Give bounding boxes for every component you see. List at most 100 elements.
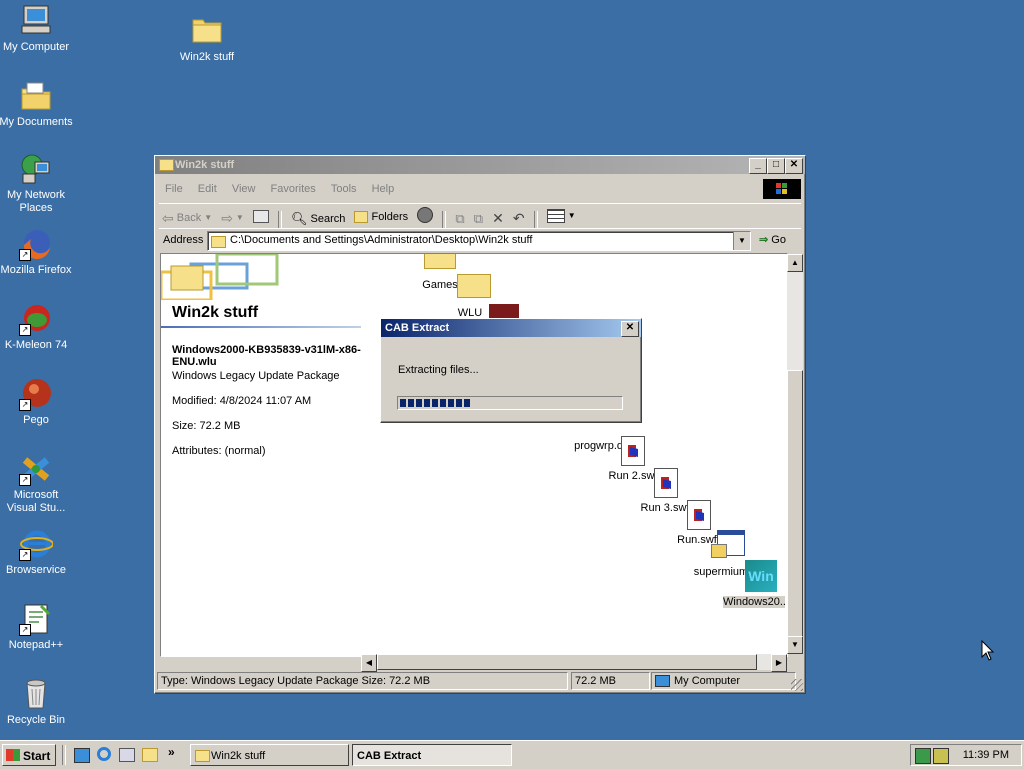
- scroll-down-button[interactable]: ▼: [787, 636, 803, 654]
- minimize-button[interactable]: _: [749, 158, 767, 174]
- file-item-run3-swf[interactable]: Run 3.swf: [635, 502, 695, 514]
- copy-to-button[interactable]: ⧉: [471, 208, 486, 230]
- search-quicklaunch-icon[interactable]: [142, 748, 158, 762]
- move-to-button[interactable]: ⧉: [452, 208, 467, 230]
- clock[interactable]: 11:39 PM: [963, 749, 1009, 761]
- shortcut-arrow-icon: ↗: [19, 624, 31, 636]
- desktop-icon-recycle-bin[interactable]: Recycle Bin: [0, 677, 74, 727]
- menu-bar: File Edit View Favorites Tools Help: [159, 178, 801, 200]
- network-tray-icon[interactable]: [915, 748, 931, 764]
- system-tray: 11:39 PM: [910, 744, 1022, 766]
- menu-file[interactable]: File: [159, 183, 189, 195]
- maximize-button[interactable]: □: [767, 158, 785, 174]
- desktop-icon-pego[interactable]: ↗ Pego: [0, 377, 74, 427]
- chevron-down-icon: ▼: [567, 211, 576, 220]
- taskbar-button-cab-extract[interactable]: CAB Extract: [352, 744, 512, 766]
- toolbar-separator: [533, 211, 538, 230]
- progress-segment: [432, 399, 438, 407]
- desktop-icon-my-documents[interactable]: My Documents: [0, 79, 74, 129]
- start-button[interactable]: Start: [2, 744, 56, 766]
- panel-modified: Modified: 4/8/2024 11:07 AM: [172, 395, 312, 407]
- desktop-icon-network-places[interactable]: My Network Places: [0, 152, 74, 215]
- k-meleon-icon: ↗: [19, 302, 53, 336]
- desktop-icon-firefox[interactable]: ↗ Mozilla Firefox: [0, 227, 74, 277]
- desktop-icon-win2k-stuff[interactable]: Win2k stuff: [169, 14, 245, 64]
- shortcut-arrow-icon: ↗: [19, 474, 31, 486]
- menu-view[interactable]: View: [226, 183, 262, 195]
- status-bar: Type: Windows Legacy Update Package Size…: [157, 669, 803, 691]
- progress-segment: [424, 399, 430, 407]
- delete-button[interactable]: ✕: [489, 207, 507, 229]
- desktop-icon-notepad-plus-plus[interactable]: ↗ Notepad++: [0, 602, 74, 652]
- firefox-icon: ↗: [19, 227, 53, 261]
- outlook-express-icon[interactable]: [119, 748, 135, 762]
- windows-flag-icon: [6, 749, 20, 761]
- progress-fill: [400, 399, 470, 407]
- go-button[interactable]: ⇒ Go: [759, 231, 786, 249]
- toolbar: ⇦ Back ▼ ⇨ ▼ 🔍︎ Search Folders ⧉ ⧉ ✕ ↶ ▼: [159, 203, 801, 230]
- scroll-thumb[interactable]: [787, 370, 803, 640]
- file-item-games[interactable]: Games: [419, 254, 461, 291]
- menu-edit[interactable]: Edit: [192, 183, 223, 195]
- folders-button[interactable]: Folders: [351, 206, 411, 228]
- menu-tools[interactable]: Tools: [325, 183, 363, 195]
- show-desktop-icon[interactable]: [74, 748, 90, 763]
- dialog-close-button[interactable]: ✕: [621, 321, 639, 337]
- dialog-titlebar[interactable]: CAB Extract ✕: [381, 319, 641, 337]
- shortcut-arrow-icon: ↗: [19, 549, 31, 561]
- desktop-icon-k-meleon[interactable]: ↗ K-Meleon 74: [0, 302, 74, 352]
- back-arrow-icon: ⇦: [162, 210, 174, 226]
- address-input[interactable]: C:\Documents and Settings\Administrator\…: [207, 231, 751, 251]
- desktop-icon-browservice[interactable]: ↗ Browservice: [0, 527, 74, 577]
- windows-logo-icon: [763, 179, 801, 199]
- internet-explorer-icon: ↗: [19, 527, 54, 561]
- desktop-icon-my-computer[interactable]: My Computer: [0, 4, 74, 54]
- chevron-down-icon: ▼: [235, 213, 244, 222]
- folder-icon: [211, 236, 226, 248]
- quicklaunch-overflow-icon[interactable]: »: [168, 745, 175, 759]
- back-button[interactable]: ⇦ Back ▼: [159, 207, 215, 229]
- vertical-scrollbar[interactable]: ▲ ▼: [787, 254, 803, 654]
- desktop-icon-visual-studio[interactable]: ↗ Microsoft Visual Stu...: [0, 452, 74, 515]
- history-button[interactable]: [414, 204, 436, 226]
- search-button[interactable]: 🔍︎ Search: [288, 208, 348, 230]
- views-button[interactable]: ▼: [544, 205, 579, 227]
- desktop-icon-label: K-Meleon 74: [4, 339, 68, 351]
- progress-segment: [448, 399, 454, 407]
- copy-to-icon: ⧉: [473, 211, 483, 226]
- file-item-windows2000-selected[interactable]: Windows20...: [723, 596, 787, 608]
- recycle-bin-icon: [19, 677, 53, 711]
- close-button[interactable]: ✕: [785, 158, 803, 174]
- menu-help[interactable]: Help: [366, 183, 401, 195]
- window-title: Win2k stuff: [175, 159, 235, 171]
- documents-folder-icon: [19, 79, 53, 113]
- toolbar-separator: [442, 211, 447, 230]
- resize-grip-icon[interactable]: [791, 679, 803, 691]
- internet-explorer-quicklaunch-icon[interactable]: [97, 747, 111, 761]
- hscroll-thumb[interactable]: [377, 654, 757, 670]
- swf-file-icon: [621, 436, 645, 466]
- status-size: 72.2 MB: [571, 672, 650, 690]
- shortcut-arrow-icon: ↗: [19, 399, 31, 411]
- explorer-titlebar[interactable]: Win2k stuff _ □ ✕: [155, 156, 805, 174]
- notepad-plus-plus-icon: ↗: [19, 602, 53, 636]
- horizontal-scrollbar[interactable]: ◀ ▶: [361, 654, 787, 672]
- file-item-supermium[interactable]: supermium: [693, 566, 749, 578]
- desktop-icon-label: Recycle Bin: [6, 714, 66, 726]
- scroll-up-button[interactable]: ▲: [787, 254, 803, 272]
- safely-remove-tray-icon[interactable]: [933, 748, 949, 764]
- panel-file-type: Windows Legacy Update Package: [172, 370, 340, 382]
- menu-favorites[interactable]: Favorites: [265, 183, 322, 195]
- address-dropdown-button[interactable]: ▼: [733, 232, 750, 250]
- desktop-icon-label: My Documents: [0, 116, 73, 128]
- folders-icon: [354, 211, 369, 223]
- progress-segment: [440, 399, 446, 407]
- forward-button[interactable]: ⇨ ▼: [218, 207, 247, 229]
- undo-button[interactable]: ↶: [510, 207, 528, 229]
- taskbar: Start » Win2k stuff CAB Extract 11:39 PM: [0, 740, 1024, 769]
- shortcut-arrow-icon: ↗: [19, 249, 31, 261]
- up-folder-button[interactable]: [250, 206, 272, 228]
- panel-divider: [161, 326, 361, 328]
- taskbar-button-win2k-stuff[interactable]: Win2k stuff: [190, 744, 349, 766]
- progress-segment: [456, 399, 462, 407]
